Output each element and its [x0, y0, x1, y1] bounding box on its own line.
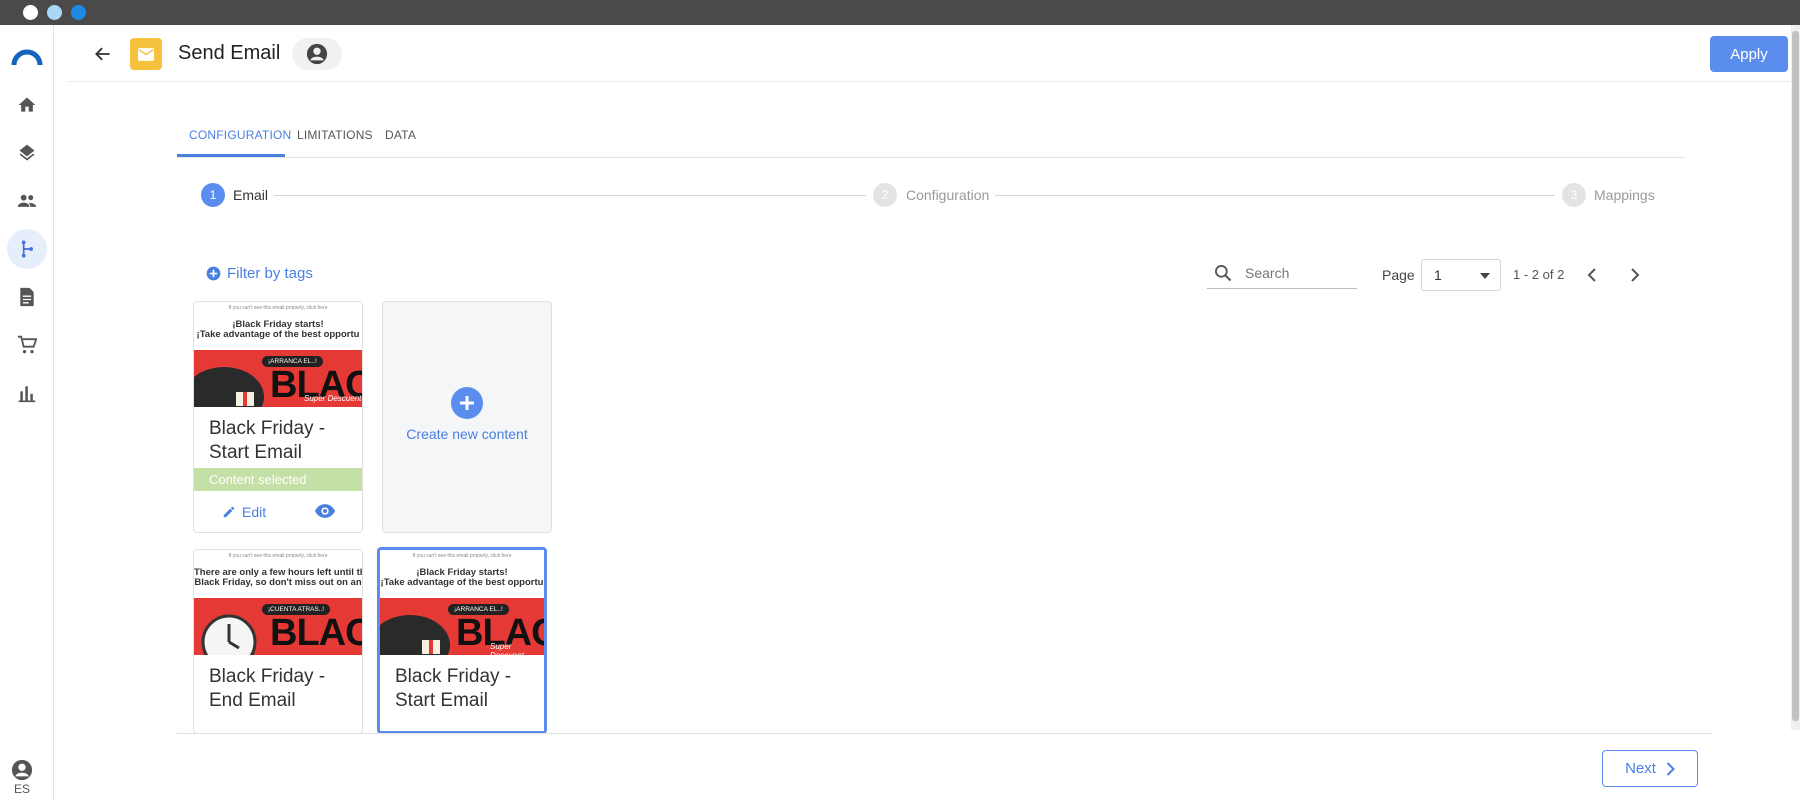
tab-configuration[interactable]: CONFIGURATION [189, 128, 291, 142]
step-1-number: 1 [201, 183, 225, 207]
banner-subtitle: Super Descuent [304, 394, 362, 403]
card-title: Black Friday - End Email [209, 666, 326, 711]
sidebar-item-layers[interactable] [7, 133, 47, 173]
page-label: Page [1382, 267, 1415, 283]
banner-subtitle: Super Descuent [490, 642, 524, 655]
card-actions: Edit [194, 491, 362, 532]
window-maximize-dot[interactable] [71, 5, 86, 20]
arrow-left-icon [95, 47, 110, 61]
caret-down-icon [1480, 273, 1490, 279]
search-box [1207, 257, 1357, 289]
edit-label: Edit [242, 504, 267, 520]
step-2-label[interactable]: Configuration [906, 187, 989, 203]
pencil-icon [223, 506, 235, 518]
language-label[interactable]: ES [0, 782, 44, 796]
thumbnail-subheading: ¡Take advantage of the best opportu [196, 329, 360, 340]
step-connector [995, 195, 1555, 196]
thumbnail-banner: ¡ARRANCA EL..! BLAC Super Descuent [380, 598, 544, 655]
active-tab-indicator [177, 154, 285, 157]
tab-bar: CONFIGURATION LIMITATIONS DATA [177, 120, 1685, 158]
sidebar-item-people[interactable] [7, 181, 47, 221]
header: Send Email Apply [68, 25, 1800, 82]
gift-icon [236, 392, 254, 406]
previous-page-button[interactable] [1580, 263, 1604, 287]
preview-button[interactable] [314, 503, 336, 524]
page-select[interactable]: 1 [1421, 259, 1501, 291]
sidebar-item-analytics[interactable] [7, 373, 47, 413]
content-card-selected[interactable]: If you can't see this email properly, cl… [377, 547, 547, 734]
next-label: Next [1625, 760, 1656, 777]
thumbnail-subheading: ¡Take advantage of the best opportu [380, 577, 544, 588]
cart-icon [17, 335, 37, 354]
home-icon [18, 97, 36, 112]
flow-icon [21, 240, 33, 258]
edit-button[interactable]: Edit [222, 504, 266, 520]
thumbnail-subheading: Black Friday, so don't miss out on an [194, 577, 362, 588]
sidebar-item-documents[interactable] [7, 277, 47, 317]
sidebar: ES [0, 25, 54, 800]
filter-by-tags-label: Filter by tags [227, 265, 313, 282]
eye-icon [314, 504, 336, 518]
email-app-icon [130, 38, 162, 70]
window-titlebar [0, 0, 1800, 25]
step-3-label[interactable]: Mappings [1594, 187, 1655, 203]
add-icon [451, 387, 483, 419]
step-2-number: 2 [873, 183, 897, 207]
card-title: Black Friday - Start Email [209, 418, 326, 463]
user-chip[interactable] [292, 38, 342, 70]
layers-icon [19, 144, 35, 161]
next-button[interactable]: Next [1602, 750, 1698, 787]
thumbnail-banner: ¡ARRANCA EL..! BLAC Super Descuent [194, 350, 362, 407]
chevron-left-icon [1587, 268, 1596, 282]
envelope-icon [138, 47, 154, 61]
chevron-right-icon [1631, 268, 1640, 282]
scrollbar-thumb[interactable] [1792, 31, 1799, 721]
thumbnail-preheader: If you can't see this email properly, cl… [228, 305, 328, 311]
step-connector [274, 195, 866, 196]
sidebar-item-home[interactable] [7, 85, 47, 125]
tab-data[interactable]: DATA [385, 128, 416, 142]
email-thumbnail: If you can't see this email properly, cl… [380, 550, 544, 655]
content-selected-badge: Content selected [194, 468, 362, 491]
page-select-value: 1 [1434, 267, 1442, 283]
content-card[interactable]: If you can't see this email properly, cl… [193, 301, 363, 533]
search-input[interactable] [1245, 264, 1345, 281]
window-close-dot[interactable] [23, 5, 38, 20]
banner-word: BLAC [270, 612, 362, 654]
gift-icon [422, 640, 440, 654]
filter-by-tags-button[interactable]: Filter by tags [206, 265, 313, 282]
add-circle-icon [206, 266, 221, 281]
clock-icon [201, 614, 257, 655]
logo-icon[interactable] [7, 37, 47, 77]
chevron-right-icon [1666, 761, 1675, 776]
document-icon [20, 287, 34, 307]
account-circle-icon [306, 43, 328, 65]
search-icon [1215, 264, 1232, 281]
window-minimize-dot[interactable] [47, 5, 62, 20]
create-new-content-card[interactable]: Create new content [382, 301, 552, 533]
people-icon [17, 194, 37, 207]
create-new-content-label: Create new content [406, 426, 528, 442]
thumbnail-banner: ¡CUENTA ATRAS..! BLAC [194, 598, 362, 655]
thumbnail-preheader: If you can't see this email properly, cl… [412, 553, 512, 559]
thumbnail-preheader: If you can't see this email properly, cl… [228, 553, 328, 559]
sidebar-item-flows[interactable] [7, 229, 47, 269]
content-card[interactable]: If you can't see this email properly, cl… [193, 549, 363, 734]
email-thumbnail: If you can't see this email properly, cl… [194, 550, 362, 655]
step-1-label[interactable]: Email [233, 187, 268, 203]
footer-divider [177, 733, 1712, 734]
step-3-number: 3 [1562, 183, 1586, 207]
next-page-button[interactable] [1623, 263, 1647, 287]
bar-chart-icon [18, 386, 36, 403]
sidebar-item-shop[interactable] [7, 325, 47, 365]
scrollbar[interactable] [1791, 25, 1800, 730]
account-circle-icon [11, 759, 33, 781]
email-thumbnail: If you can't see this email properly, cl… [194, 302, 362, 407]
back-button[interactable] [88, 39, 118, 69]
card-title: Black Friday - Start Email [395, 666, 512, 711]
page-title: Send Email [178, 42, 281, 64]
tab-limitations[interactable]: LIMITATIONS [297, 128, 373, 142]
apply-button[interactable]: Apply [1710, 36, 1788, 72]
pagination-range: 1 - 2 of 2 [1513, 267, 1565, 282]
